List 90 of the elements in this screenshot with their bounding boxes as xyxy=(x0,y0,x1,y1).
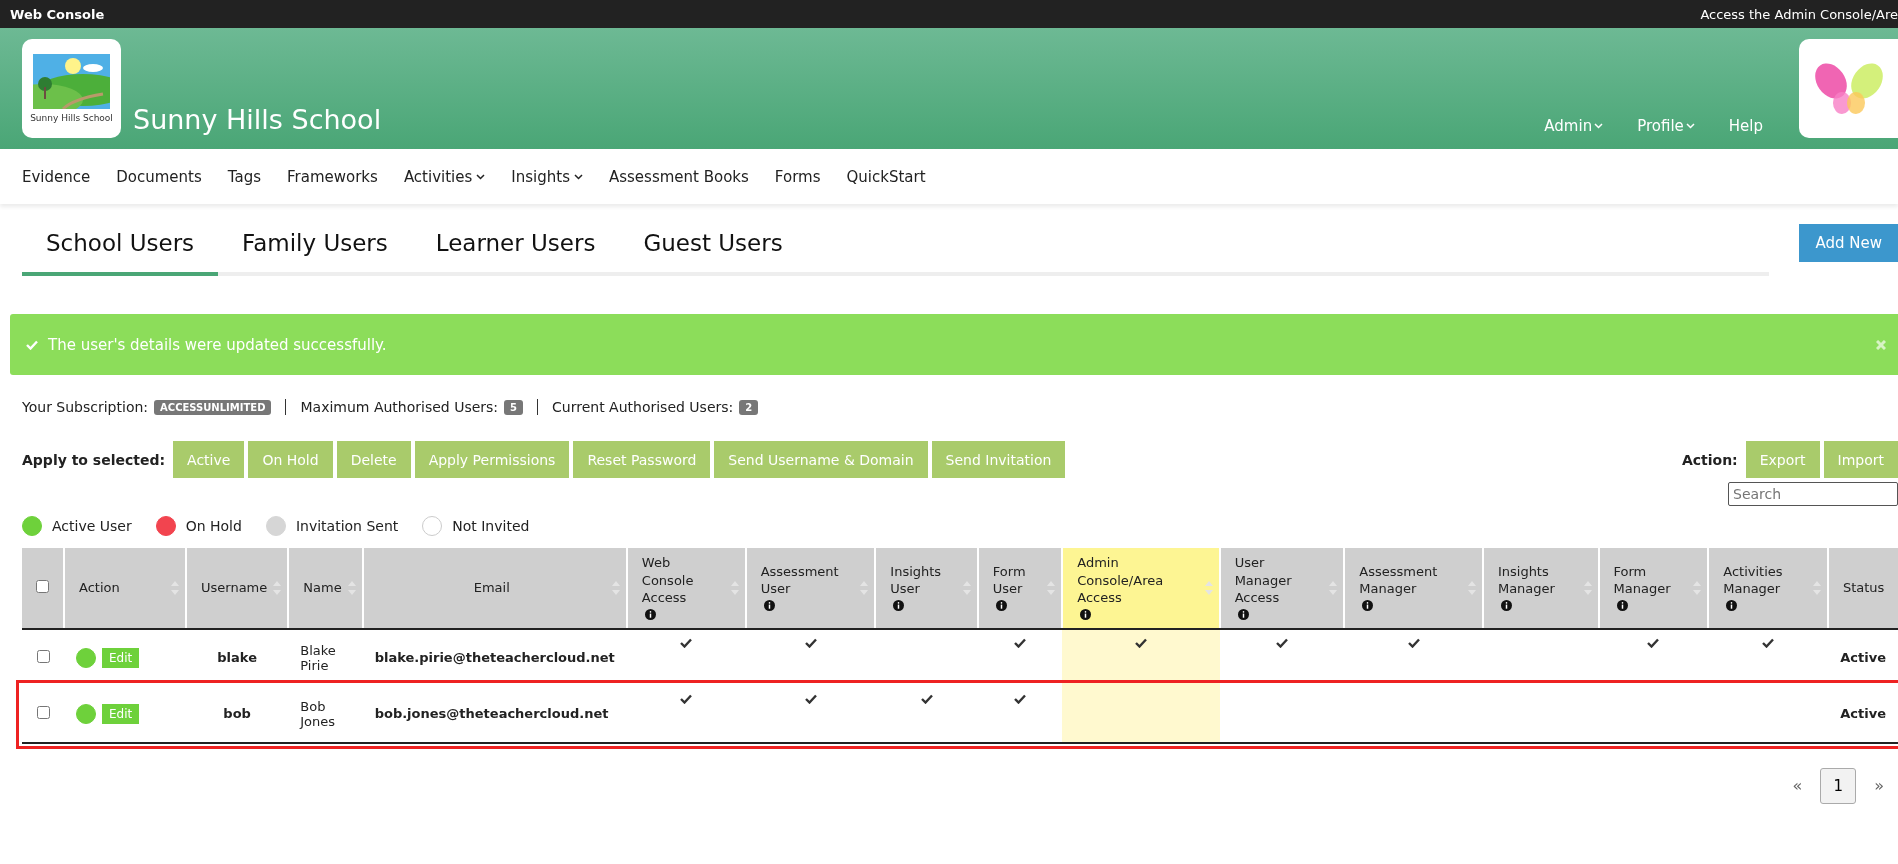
info-icon xyxy=(1500,599,1512,611)
user-type-tab[interactable]: Guest Users xyxy=(619,216,807,276)
subscription-label: Your Subscription: xyxy=(22,399,149,415)
nav-link[interactable]: QuickStart xyxy=(846,167,926,186)
table-cell: Active xyxy=(1840,706,1886,722)
nav-link[interactable]: Activities xyxy=(403,167,486,186)
nav-link[interactable]: Tags xyxy=(227,167,261,186)
next-page-link[interactable]: » xyxy=(1874,776,1884,796)
legend-label: Invitation Sent xyxy=(295,518,399,534)
check-icon xyxy=(1275,637,1288,648)
school-name: Sunny Hills School xyxy=(133,104,383,135)
check-icon xyxy=(1647,637,1660,648)
check-icon xyxy=(804,693,817,704)
check-icon xyxy=(920,693,933,704)
nav-link[interactable]: Assessment Books xyxy=(608,167,749,186)
alert-message: The user's details were updated successfully. xyxy=(48,335,388,354)
check-icon xyxy=(680,693,693,704)
table-cell: Bob Jones xyxy=(300,698,336,729)
check-icon xyxy=(26,339,38,350)
caret-icon xyxy=(476,173,486,180)
table-cell: bob xyxy=(223,706,251,722)
caret-icon xyxy=(1685,123,1695,129)
column-header: Insights Manager xyxy=(1497,562,1556,598)
subscription-label: Maximum Authorised Users: xyxy=(300,399,499,415)
sort-icon xyxy=(1204,580,1213,595)
column-header: Name xyxy=(303,579,342,597)
table-cell: blake xyxy=(217,650,257,666)
column-header: Action xyxy=(79,579,120,597)
subscription-label: Current Authorised Users: xyxy=(552,399,734,415)
caret-icon xyxy=(573,173,583,180)
count-badge: 5 xyxy=(504,399,524,415)
column-header: Status xyxy=(1842,579,1885,597)
user-type-tab[interactable]: Learner Users xyxy=(411,216,620,276)
column-header: Activities Manager xyxy=(1723,562,1784,598)
app-title: Web Console xyxy=(10,6,105,22)
page-button[interactable]: 1 xyxy=(1820,767,1857,804)
user-type-tab[interactable]: School Users xyxy=(22,216,219,276)
nav-link[interactable]: Insights xyxy=(511,167,583,186)
apply-label: Apply to selected: xyxy=(22,451,166,468)
table-cell: blake.pirie@theteachercloud.net xyxy=(374,650,615,666)
count-badge: ACCESSUNLIMITED xyxy=(154,399,272,415)
check-icon xyxy=(680,637,693,648)
info-icon xyxy=(1237,608,1249,620)
column-header: Form Manager xyxy=(1613,562,1672,598)
info-icon xyxy=(893,599,905,611)
column-header: User Manager Access xyxy=(1234,554,1293,607)
check-icon xyxy=(804,637,817,648)
table-cell: Active xyxy=(1840,650,1886,666)
check-icon xyxy=(1407,637,1420,648)
search-field[interactable]: Search xyxy=(1728,482,1898,506)
count-badge: 2 xyxy=(739,399,759,415)
nav-link[interactable]: Documents xyxy=(116,167,202,186)
column-header: Insights User xyxy=(890,562,943,598)
user-type-tab[interactable]: Family Users xyxy=(218,216,412,276)
logo-caption: Sunny Hills School xyxy=(30,113,113,123)
legend-label: Active User xyxy=(52,518,132,534)
column-header: Email xyxy=(473,579,510,597)
legend-label: Not Invited xyxy=(452,518,530,534)
row-checkbox[interactable] xyxy=(36,649,50,663)
caret-icon xyxy=(1594,123,1604,129)
previous-page-link[interactable]: « xyxy=(1792,776,1803,796)
check-icon xyxy=(1134,637,1147,648)
check-icon xyxy=(1762,637,1775,648)
column-header: Admin Console/Area Access xyxy=(1077,554,1165,607)
table-cell: Blake Pirie xyxy=(300,642,336,673)
nav-link[interactable]: Evidence xyxy=(22,167,91,186)
check-icon xyxy=(1014,637,1027,648)
nav-link[interactable]: Forms xyxy=(774,167,821,186)
table-cell: bob.jones@theteachercloud.net xyxy=(374,706,609,722)
action-label: Action: xyxy=(1681,451,1738,468)
add-new-button[interactable]: Add New xyxy=(1799,224,1898,262)
column-header: Username xyxy=(201,579,268,597)
column-header: Web Console Access xyxy=(641,554,695,607)
info-icon xyxy=(1362,599,1374,611)
tooltip-text: Access the Admin Console/Are xyxy=(1700,6,1898,22)
select-all-checkbox[interactable] xyxy=(36,579,49,593)
info-icon xyxy=(1080,608,1092,620)
column-header: Form User xyxy=(992,562,1027,598)
check-icon xyxy=(1014,693,1027,704)
legend-label: On Hold xyxy=(185,518,242,534)
row-checkbox[interactable] xyxy=(36,705,50,719)
butterfly-drawing xyxy=(1813,60,1884,117)
column-header: Assessment Manager xyxy=(1359,562,1439,598)
info-icon xyxy=(1616,599,1628,611)
info-icon xyxy=(644,608,656,620)
info-icon xyxy=(763,599,775,611)
info-icon xyxy=(995,599,1007,611)
column-header: Assessment User xyxy=(760,562,840,598)
nav-link[interactable]: Frameworks xyxy=(287,167,378,186)
info-icon xyxy=(1726,599,1738,611)
